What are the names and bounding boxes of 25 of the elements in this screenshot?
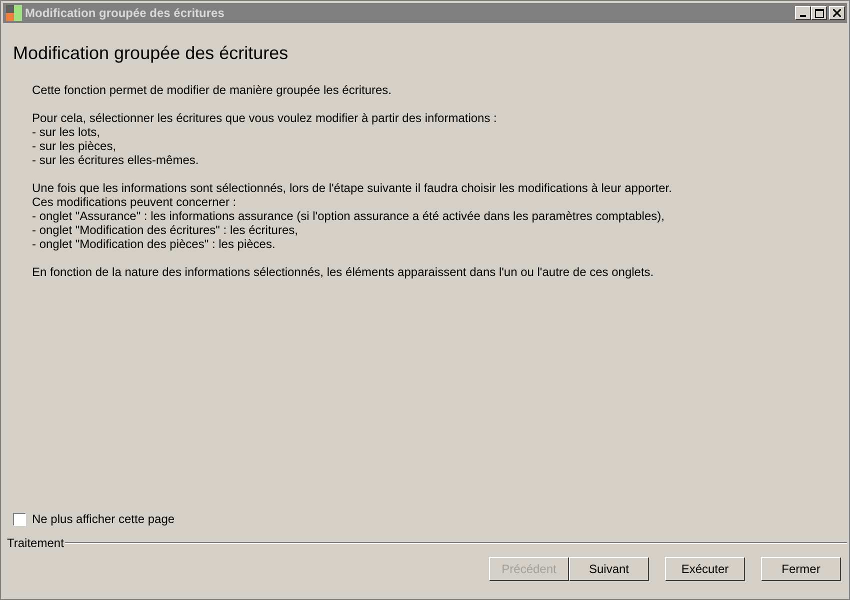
dialog-button[interactable]: Fermer [761,557,841,581]
minimize-button[interactable] [795,6,811,20]
close-button[interactable] [829,6,845,20]
description-line: Cette fonction permet de modifier de manière groupée les écritures. [32,83,393,97]
description-line: - onglet "Modification des pièces" : les pièces. [32,237,276,251]
maximize-icon [814,8,824,18]
app-icon [6,5,22,21]
description-line: - sur les lots, [32,125,102,139]
description-line: - onglet "Assurance" : les informations assurance (si l'option assurance a été activée dans les paramètres comptables), [32,209,666,223]
description-line: Ces modifications peuvent concerner : [32,195,238,209]
description-line: - sur les pièces, [32,139,118,153]
description-line: - sur les écritures elles-mêmes. [32,153,200,167]
description-line: Pour cela, sélectionner les écritures que vous voulez modifier à partir des informations : [32,111,498,125]
description-line: En fonction de la nature des informations sélectionnés, les éléments apparaissent dans l'un ou l'autre de ces onglets. [32,265,655,279]
maximize-button[interactable] [811,6,827,20]
checkbox[interactable] [13,512,26,526]
window-title: Modification groupée des écritures [25,5,224,22]
dialog-button[interactable]: Exécuter [665,557,745,581]
group-label: Traitement [7,535,64,552]
page-heading: Modification groupée des écritures [13,42,290,64]
close-icon [833,9,841,17]
description-line: Une fois que les informations sont sélectionnés, lors de l'étape suivante il faudra choisir les modifications à leur apporter. [32,181,673,195]
checkbox-label: Ne plus afficher cette page [32,511,175,528]
dialog-button[interactable]: Suivant [569,557,649,581]
description-line: - onglet "Modification des écritures" : les écritures, [32,223,299,237]
